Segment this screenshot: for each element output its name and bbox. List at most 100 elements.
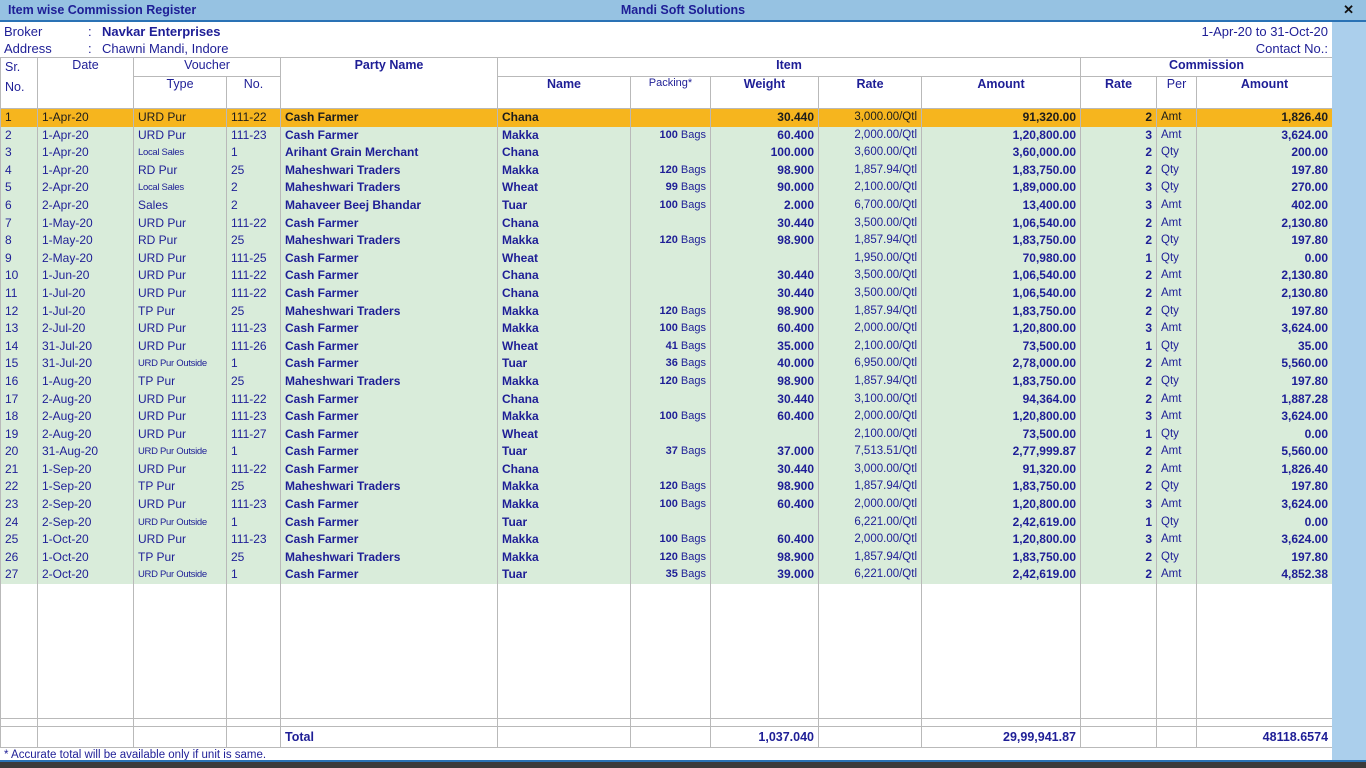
cell-crate[interactable]: 2 [1081, 355, 1157, 373]
cell-vno[interactable]: 25 [227, 303, 281, 321]
cell-vtype[interactable]: URD Pur [134, 285, 227, 303]
cell-crate[interactable]: 2 [1081, 443, 1157, 461]
cell-per[interactable]: Amt [1157, 355, 1197, 373]
cell-party[interactable]: Arihant Grain Merchant [281, 144, 498, 162]
cell-camount[interactable]: 270.00 [1197, 179, 1333, 197]
cell-per[interactable]: Qty [1157, 250, 1197, 268]
cell-vno[interactable]: 25 [227, 549, 281, 567]
cell-date[interactable]: 2-Oct-20 [38, 566, 134, 584]
cell-item[interactable]: Tuar [498, 197, 631, 215]
cell-packing[interactable] [631, 144, 711, 162]
cell-rate[interactable]: 6,221.00/Qtl [819, 514, 922, 532]
cell-camount[interactable]: 197.80 [1197, 373, 1333, 391]
cell-packing[interactable]: 99 Bags [631, 179, 711, 197]
cell-amount[interactable]: 2,77,999.87 [922, 443, 1081, 461]
cell-date[interactable]: 1-May-20 [38, 215, 134, 233]
cell-crate[interactable]: 1 [1081, 514, 1157, 532]
cell-amount[interactable]: 73,500.00 [922, 426, 1081, 444]
cell-vtype[interactable]: TP Pur [134, 549, 227, 567]
cell-weight[interactable]: 98.900 [711, 478, 819, 496]
cell-amount[interactable]: 1,20,800.00 [922, 408, 1081, 426]
cell-item[interactable]: Chana [498, 215, 631, 233]
cell-per[interactable]: Amt [1157, 391, 1197, 409]
table-row[interactable]: 242-Sep-20URD Pur Outside1Cash FarmerTua… [1, 514, 1333, 532]
cell-per[interactable]: Qty [1157, 144, 1197, 162]
cell-date[interactable]: 2-Aug-20 [38, 408, 134, 426]
cell-rate[interactable]: 2,100.00/Qtl [819, 426, 922, 444]
cell-item[interactable]: Tuar [498, 355, 631, 373]
cell-crate[interactable]: 2 [1081, 303, 1157, 321]
cell-weight[interactable] [711, 250, 819, 268]
cell-per[interactable]: Amt [1157, 443, 1197, 461]
cell-party[interactable]: Cash Farmer [281, 514, 498, 532]
table-row[interactable]: 111-Jul-20URD Pur111-22Cash FarmerChana3… [1, 285, 1333, 303]
cell-per[interactable]: Amt [1157, 285, 1197, 303]
cell-party[interactable]: Cash Farmer [281, 215, 498, 233]
cell-crate[interactable]: 3 [1081, 496, 1157, 514]
cell-date[interactable]: 1-Apr-20 [38, 109, 134, 127]
cell-crate[interactable]: 2 [1081, 215, 1157, 233]
cell-vno[interactable]: 1 [227, 443, 281, 461]
cell-vno[interactable]: 1 [227, 144, 281, 162]
cell-rate[interactable]: 3,500.00/Qtl [819, 285, 922, 303]
cell-camount[interactable]: 197.80 [1197, 232, 1333, 250]
table-row[interactable]: 182-Aug-20URD Pur111-23Cash FarmerMakka1… [1, 408, 1333, 426]
cell-vtype[interactable]: TP Pur [134, 303, 227, 321]
cell-sr[interactable]: 14 [1, 338, 38, 356]
table-row[interactable]: 1431-Jul-20URD Pur111-26Cash FarmerWheat… [1, 338, 1333, 356]
cell-vno[interactable]: 25 [227, 478, 281, 496]
table-row[interactable]: 92-May-20URD Pur111-25Cash FarmerWheat1,… [1, 250, 1333, 268]
cell-crate[interactable]: 2 [1081, 566, 1157, 584]
cell-date[interactable]: 2-Aug-20 [38, 391, 134, 409]
cell-packing[interactable]: 35 Bags [631, 566, 711, 584]
cell-vtype[interactable]: RD Pur [134, 232, 227, 250]
cell-packing[interactable]: 100 Bags [631, 320, 711, 338]
cell-per[interactable]: Qty [1157, 549, 1197, 567]
cell-weight[interactable]: 60.400 [711, 408, 819, 426]
cell-amount[interactable]: 3,60,000.00 [922, 144, 1081, 162]
table-row[interactable]: 211-Sep-20URD Pur111-22Cash FarmerChana3… [1, 461, 1333, 479]
cell-rate[interactable]: 1,857.94/Qtl [819, 478, 922, 496]
table-row[interactable]: 81-May-20RD Pur25Maheshwari TradersMakka… [1, 232, 1333, 250]
cell-date[interactable]: 2-Sep-20 [38, 514, 134, 532]
cell-weight[interactable]: 2.000 [711, 197, 819, 215]
cell-party[interactable]: Cash Farmer [281, 531, 498, 549]
cell-item[interactable]: Makka [498, 373, 631, 391]
cell-weight[interactable]: 30.440 [711, 461, 819, 479]
cell-weight[interactable]: 30.440 [711, 267, 819, 285]
cell-vtype[interactable]: URD Pur Outside [134, 355, 227, 373]
cell-amount[interactable]: 1,20,800.00 [922, 127, 1081, 145]
cell-party[interactable]: Cash Farmer [281, 267, 498, 285]
cell-vno[interactable]: 111-22 [227, 285, 281, 303]
cell-date[interactable]: 1-Sep-20 [38, 478, 134, 496]
cell-amount[interactable]: 2,78,000.00 [922, 355, 1081, 373]
cell-crate[interactable]: 1 [1081, 338, 1157, 356]
cell-vtype[interactable]: URD Pur [134, 531, 227, 549]
cell-date[interactable]: 2-Aug-20 [38, 426, 134, 444]
cell-item[interactable]: Chana [498, 391, 631, 409]
cell-packing[interactable] [631, 514, 711, 532]
cell-crate[interactable]: 2 [1081, 285, 1157, 303]
cell-vno[interactable]: 111-22 [227, 267, 281, 285]
cell-vtype[interactable]: URD Pur [134, 461, 227, 479]
cell-weight[interactable] [711, 514, 819, 532]
cell-rate[interactable]: 3,500.00/Qtl [819, 215, 922, 233]
cell-vtype[interactable]: Local Sales [134, 144, 227, 162]
cell-vno[interactable]: 1 [227, 566, 281, 584]
table-row[interactable]: 71-May-20URD Pur111-22Cash FarmerChana30… [1, 215, 1333, 233]
cell-packing[interactable] [631, 391, 711, 409]
cell-amount[interactable]: 2,42,619.00 [922, 514, 1081, 532]
cell-item[interactable]: Makka [498, 127, 631, 145]
cell-packing[interactable] [631, 267, 711, 285]
cell-per[interactable]: Qty [1157, 232, 1197, 250]
cell-party[interactable]: Maheshwari Traders [281, 303, 498, 321]
cell-date[interactable]: 2-Apr-20 [38, 197, 134, 215]
cell-crate[interactable]: 2 [1081, 109, 1157, 127]
cell-vno[interactable]: 111-23 [227, 531, 281, 549]
cell-per[interactable]: Qty [1157, 179, 1197, 197]
cell-item[interactable]: Chana [498, 461, 631, 479]
cell-vno[interactable]: 1 [227, 514, 281, 532]
cell-sr[interactable]: 23 [1, 496, 38, 514]
cell-weight[interactable]: 90.000 [711, 179, 819, 197]
cell-sr[interactable]: 12 [1, 303, 38, 321]
